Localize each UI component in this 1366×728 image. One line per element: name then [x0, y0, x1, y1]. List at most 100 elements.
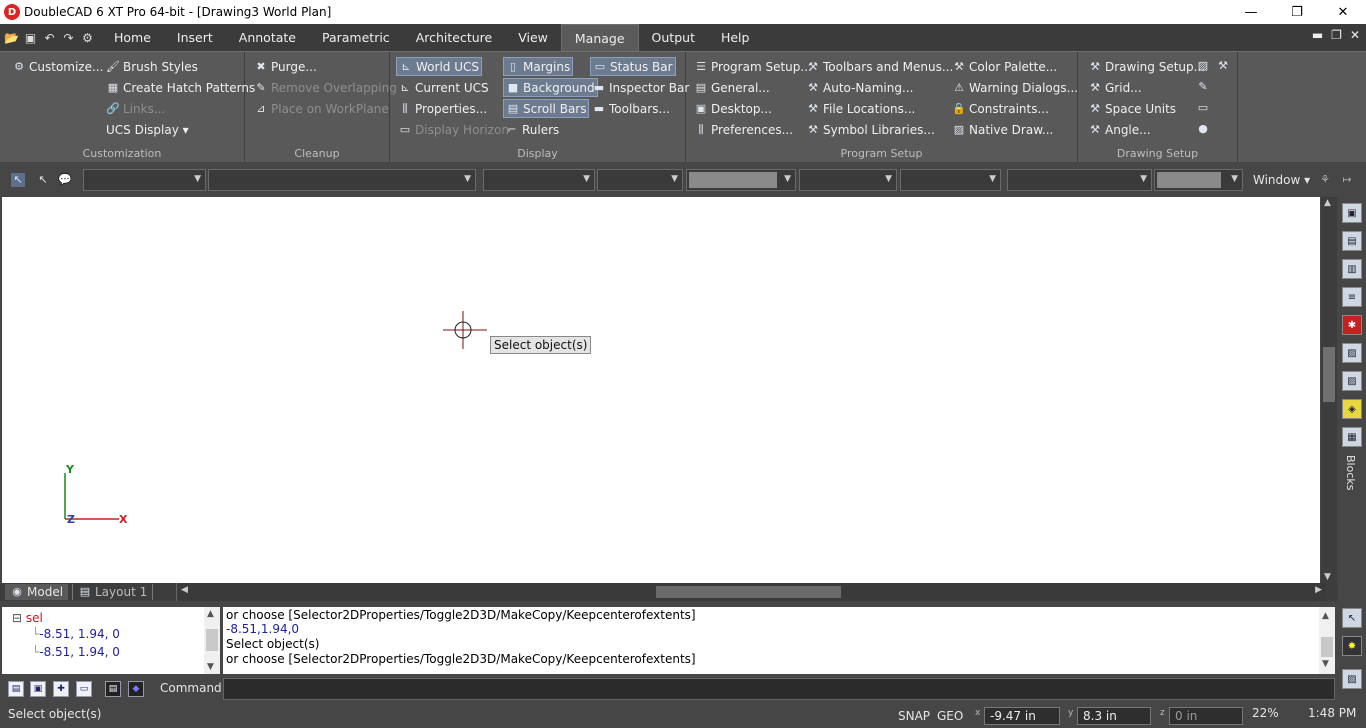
- panel-red-icon[interactable]: ✱: [1342, 315, 1362, 335]
- display-horizon-toggle[interactable]: ▭ Display Horizon: [396, 120, 511, 139]
- tab-help[interactable]: Help: [708, 24, 763, 51]
- properties-button[interactable]: ⫼ Properties...: [396, 99, 489, 118]
- command-input[interactable]: [223, 678, 1335, 700]
- status-bar-toggle[interactable]: ▭ Status Bar: [590, 57, 676, 76]
- scroll-down-icon[interactable]: ▼: [1322, 657, 1329, 672]
- program-setup-button[interactable]: ☰ Program Setup...: [692, 57, 814, 76]
- blocks-panel-tab[interactable]: Blocks: [1344, 455, 1357, 490]
- y-coordinate-field[interactable]: 8.3 in: [1077, 707, 1151, 725]
- warning-dialogs-button[interactable]: ⚠ Warning Dialogs...: [950, 78, 1080, 97]
- scroll-bars-toggle[interactable]: ▤ Scroll Bars: [503, 99, 590, 118]
- doc-restore-icon[interactable]: ❐: [1331, 28, 1342, 42]
- color-palette-button[interactable]: ⚒ Color Palette...: [950, 57, 1059, 76]
- scroll-up-icon[interactable]: ▲: [1324, 198, 1331, 208]
- x-coordinate-field[interactable]: -9.47 in: [984, 707, 1060, 725]
- panel-spark-icon[interactable]: ✸: [1342, 636, 1362, 656]
- panel-image-icon[interactable]: ▨: [1342, 343, 1362, 363]
- history-tree[interactable]: ⊟ sel └-8.51, 1.94, 0 └-8.51, 1.94, 0 ▲ …: [2, 607, 220, 674]
- vertical-scroll-thumb[interactable]: [1323, 347, 1335, 402]
- panel-photo-icon[interactable]: ▨: [1342, 669, 1362, 689]
- combo-7[interactable]: ▼: [900, 169, 1001, 191]
- ucs-display-dropdown[interactable]: UCS Display ▾: [104, 120, 191, 139]
- snap-toggle[interactable]: SNAP: [898, 709, 930, 723]
- scroll-down-icon[interactable]: ▼: [1324, 572, 1331, 582]
- history-root[interactable]: ⊟ sel: [12, 611, 43, 625]
- customize-button[interactable]: ⚙ Customize...: [10, 57, 105, 76]
- panel-layers-icon[interactable]: ▤: [1342, 231, 1362, 251]
- scroll-right-icon[interactable]: ▶: [1315, 585, 1322, 595]
- redo-icon[interactable]: ↷: [61, 30, 76, 45]
- rulers-toggle[interactable]: ⌐ Rulers: [503, 120, 561, 139]
- tab-parametric[interactable]: Parametric: [309, 24, 403, 51]
- history-scroll-thumb[interactable]: [206, 629, 218, 651]
- brush-styles-button[interactable]: 🖌 Brush Styles: [104, 57, 200, 76]
- drawing-canvas[interactable]: Select object(s) Y X Z: [2, 197, 1320, 583]
- margins-toggle[interactable]: ▯ Margins: [503, 57, 574, 76]
- layers-icon[interactable]: ▨: [1196, 59, 1210, 73]
- undo-icon[interactable]: ↶: [42, 30, 57, 45]
- combo-6[interactable]: ▼: [799, 169, 897, 191]
- drawing-setup-button[interactable]: ⚒ Drawing Setup...: [1086, 57, 1207, 76]
- history-item[interactable]: └-8.51, 1.94, 0: [32, 645, 120, 659]
- links-button[interactable]: 🔗 Links...: [104, 99, 167, 118]
- doc-minimize-icon[interactable]: ▬: [1312, 28, 1323, 42]
- grid-button[interactable]: ⚒ Grid...: [1086, 78, 1144, 97]
- inspector-bar-toggle[interactable]: ▬ Inspector Bar: [590, 78, 691, 97]
- general-button[interactable]: ▤ General...: [692, 78, 772, 97]
- file-locations-button[interactable]: ⚒ File Locations...: [804, 99, 917, 118]
- create-hatch-button[interactable]: ▦ Create Hatch Patterns: [104, 78, 257, 97]
- combo-2[interactable]: ▼: [208, 169, 476, 191]
- tab-layout-1[interactable]: ▤ Layout 1: [72, 584, 154, 600]
- wand-icon[interactable]: ⚘: [1318, 173, 1332, 187]
- world-ucs-toggle[interactable]: ⊾ World UCS: [396, 57, 482, 76]
- place-on-workplane-button[interactable]: ⊿ Place on WorkPlane: [252, 99, 391, 118]
- symbol-libraries-button[interactable]: ⚒ Symbol Libraries...: [804, 120, 937, 139]
- brush-settings-icon[interactable]: ✎: [1196, 80, 1210, 94]
- tab-home[interactable]: Home: [101, 24, 164, 51]
- combo-8[interactable]: ▼: [1007, 169, 1152, 191]
- horizontal-scrollbar[interactable]: ◀ ▶: [176, 583, 1326, 601]
- constraints-button[interactable]: 🔒 Constraints...: [950, 99, 1051, 118]
- save-icon[interactable]: ▣: [23, 30, 38, 45]
- panel-picture-icon[interactable]: ▨: [1342, 371, 1362, 391]
- panel-blocks-icon[interactable]: ▦: [1342, 427, 1362, 447]
- minimize-button[interactable]: —: [1228, 0, 1274, 24]
- combo-1[interactable]: ▼: [83, 169, 206, 191]
- purge-button[interactable]: ✖ Purge...: [252, 57, 319, 76]
- panel-chart-icon[interactable]: ▥: [1342, 259, 1362, 279]
- toolbars-button[interactable]: ▬ Toolbars...: [590, 99, 672, 118]
- combo-9[interactable]: ▼: [1154, 169, 1243, 191]
- z-coordinate-field[interactable]: 0 in: [1169, 707, 1243, 725]
- tab-architecture[interactable]: Architecture: [403, 24, 506, 51]
- scroll-up-icon[interactable]: ▲: [207, 609, 214, 619]
- panel-pointer-icon[interactable]: ↖: [1342, 608, 1362, 628]
- history-scrollbar[interactable]: ▲ ▼: [204, 607, 220, 674]
- log-scroll-thumb[interactable]: [1321, 637, 1333, 657]
- speech-bubble-icon[interactable]: 💬: [58, 173, 72, 187]
- tab-insert[interactable]: Insert: [164, 24, 226, 51]
- auto-naming-button[interactable]: ⚒ Auto-Naming...: [804, 78, 915, 97]
- preferences-button[interactable]: ⫼ Preferences...: [692, 120, 795, 139]
- combo-5[interactable]: ▼: [686, 169, 796, 191]
- combo-4[interactable]: ▼: [597, 169, 683, 191]
- select-lasso-icon[interactable]: ↖: [36, 173, 50, 187]
- tab-output[interactable]: Output: [639, 24, 708, 51]
- gear-icon[interactable]: ⚙: [80, 30, 95, 45]
- native-draw-button[interactable]: ▨ Native Draw...: [950, 120, 1055, 139]
- cmd-toggle-2-icon[interactable]: ▣: [30, 681, 46, 697]
- maximize-button[interactable]: ❐: [1274, 0, 1320, 24]
- cmd-toggle-4-icon[interactable]: ▭: [76, 681, 92, 697]
- scroll-up-icon[interactable]: ▲: [1322, 609, 1329, 624]
- collapse-icon[interactable]: ⊟: [12, 611, 22, 625]
- panel-view-icon[interactable]: ▣: [1342, 203, 1362, 223]
- close-button[interactable]: ✕: [1320, 0, 1366, 24]
- tab-view[interactable]: View: [505, 24, 561, 51]
- window-dropdown[interactable]: Window ▾: [1253, 173, 1310, 187]
- tab-annotate[interactable]: Annotate: [226, 24, 309, 51]
- cmd-toggle-3-icon[interactable]: ✚: [53, 681, 69, 697]
- arrow-right-icon[interactable]: ↦: [1340, 173, 1354, 187]
- log-scrollbar[interactable]: ▲ ▼: [1319, 607, 1335, 674]
- combo-3[interactable]: ▼: [483, 169, 595, 191]
- cmd-toggle-1-icon[interactable]: ▤: [8, 681, 24, 697]
- history-item[interactable]: └-8.51, 1.94, 0: [32, 627, 120, 641]
